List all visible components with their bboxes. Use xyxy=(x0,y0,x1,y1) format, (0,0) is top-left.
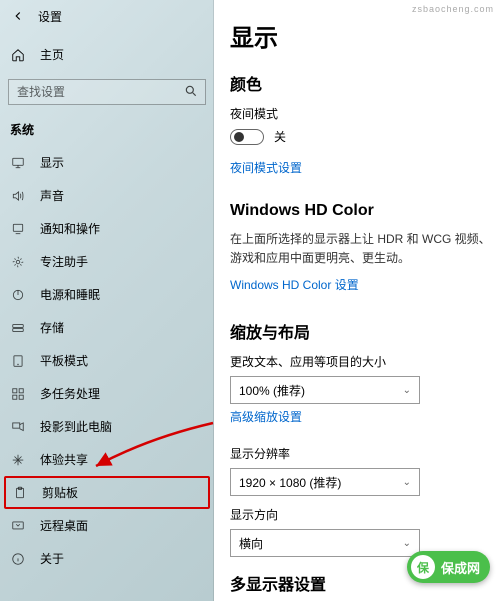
night-mode-label: 夜间模式 xyxy=(230,105,500,122)
orientation-select[interactable]: 横向 ⌄ xyxy=(230,529,420,557)
sidebar-item-label: 专注助手 xyxy=(40,253,88,270)
sidebar-item-label: 主页 xyxy=(40,46,64,63)
sidebar-item-display[interactable]: 显示 xyxy=(0,146,214,179)
resolution-label: 显示分辨率 xyxy=(230,445,500,462)
sidebar-item-label: 多任务处理 xyxy=(40,385,100,402)
scale-label: 更改文本、应用等项目的大小 xyxy=(230,353,500,370)
app-title: 设置 xyxy=(38,8,62,25)
sidebar-item-sound[interactable]: 声音 xyxy=(0,179,214,212)
sidebar-item-label: 电源和睡眠 xyxy=(40,286,100,303)
notifications-icon xyxy=(10,222,26,236)
sidebar-item-label: 平板模式 xyxy=(40,352,88,369)
sidebar-item-home[interactable]: 主页 xyxy=(0,38,214,71)
scale-value: 100% (推荐) xyxy=(239,382,305,399)
section-hd: Windows HD Color xyxy=(230,202,500,220)
titlebar: 设置 xyxy=(0,0,214,32)
sidebar-item-label: 远程桌面 xyxy=(40,517,88,534)
search-icon xyxy=(184,84,200,100)
remote-icon xyxy=(10,519,26,533)
orientation-value: 横向 xyxy=(239,535,263,552)
sidebar-item-project[interactable]: 投影到此电脑 xyxy=(0,410,214,443)
sidebar-item-tablet[interactable]: 平板模式 xyxy=(0,344,214,377)
resolution-value: 1920 × 1080 (推荐) xyxy=(239,474,341,491)
sidebar-item-multitask[interactable]: 多任务处理 xyxy=(0,377,214,410)
orientation-label: 显示方向 xyxy=(230,506,500,523)
hd-body: 在上面所选择的显示器上让 HDR 和 WCG 视频、游戏和应用中面更明亮、更生动… xyxy=(230,230,500,268)
tablet-icon xyxy=(10,354,26,368)
clipboard-icon xyxy=(12,486,28,500)
back-button[interactable] xyxy=(6,4,30,28)
section-color: 颜色 xyxy=(230,71,500,95)
sound-icon xyxy=(10,189,26,203)
sidebar: 设置 主页 系统 显示 声音 通知和操作 xyxy=(0,0,214,601)
sidebar-item-label: 剪贴板 xyxy=(42,484,78,501)
section-scale: 缩放与布局 xyxy=(230,319,500,343)
share-icon xyxy=(10,453,26,467)
sidebar-item-share[interactable]: 体验共享 xyxy=(0,443,214,476)
night-mode-settings-link[interactable]: 夜间模式设置 xyxy=(230,159,302,176)
sidebar-item-label: 投影到此电脑 xyxy=(40,418,112,435)
night-mode-toggle[interactable] xyxy=(230,129,264,145)
sidebar-item-label: 关于 xyxy=(40,550,64,567)
brand-label: 保成网 xyxy=(441,558,480,577)
sidebar-item-focus[interactable]: 专注助手 xyxy=(0,245,214,278)
advanced-scale-link[interactable]: 高级缩放设置 xyxy=(230,408,302,425)
sidebar-item-storage[interactable]: 存储 xyxy=(0,311,214,344)
home-icon xyxy=(10,48,26,62)
night-mode-state: 关 xyxy=(274,128,286,145)
scale-select[interactable]: 100% (推荐) ⌄ xyxy=(230,376,420,404)
storage-icon xyxy=(10,321,26,335)
focus-icon xyxy=(10,255,26,269)
power-icon xyxy=(10,288,26,302)
project-icon xyxy=(10,420,26,434)
sidebar-item-remote[interactable]: 远程桌面 xyxy=(0,509,214,542)
sidebar-item-label: 通知和操作 xyxy=(40,220,100,237)
content-area: 显示 颜色 夜间模式 关 夜间模式设置 Windows HD Color 在上面… xyxy=(214,0,500,601)
chevron-down-icon: ⌄ xyxy=(403,385,411,396)
sidebar-item-label: 声音 xyxy=(40,187,64,204)
sidebar-item-clipboard[interactable]: 剪贴板 xyxy=(4,476,210,509)
search-wrap xyxy=(8,79,206,105)
sidebar-item-label: 显示 xyxy=(40,154,64,171)
resolution-select[interactable]: 1920 × 1080 (推荐) ⌄ xyxy=(230,468,420,496)
brand-badge: 保 保成网 xyxy=(407,551,490,583)
shield-icon: 保 xyxy=(411,555,435,579)
watermark: zsbaocheng.com xyxy=(412,4,494,14)
sidebar-group-label: 系统 xyxy=(0,115,214,146)
chevron-down-icon: ⌄ xyxy=(403,538,411,549)
about-icon xyxy=(10,552,26,566)
sidebar-item-notifications[interactable]: 通知和操作 xyxy=(0,212,214,245)
multitask-icon xyxy=(10,387,26,401)
sidebar-item-power[interactable]: 电源和睡眠 xyxy=(0,278,214,311)
sidebar-item-label: 体验共享 xyxy=(40,451,88,468)
hd-settings-link[interactable]: Windows HD Color 设置 xyxy=(230,276,359,293)
sidebar-item-label: 存储 xyxy=(40,319,64,336)
search-input[interactable] xyxy=(8,79,206,105)
sidebar-item-about[interactable]: 关于 xyxy=(0,542,214,575)
display-icon xyxy=(10,156,26,170)
page-title: 显示 xyxy=(230,18,500,53)
chevron-down-icon: ⌄ xyxy=(403,477,411,488)
